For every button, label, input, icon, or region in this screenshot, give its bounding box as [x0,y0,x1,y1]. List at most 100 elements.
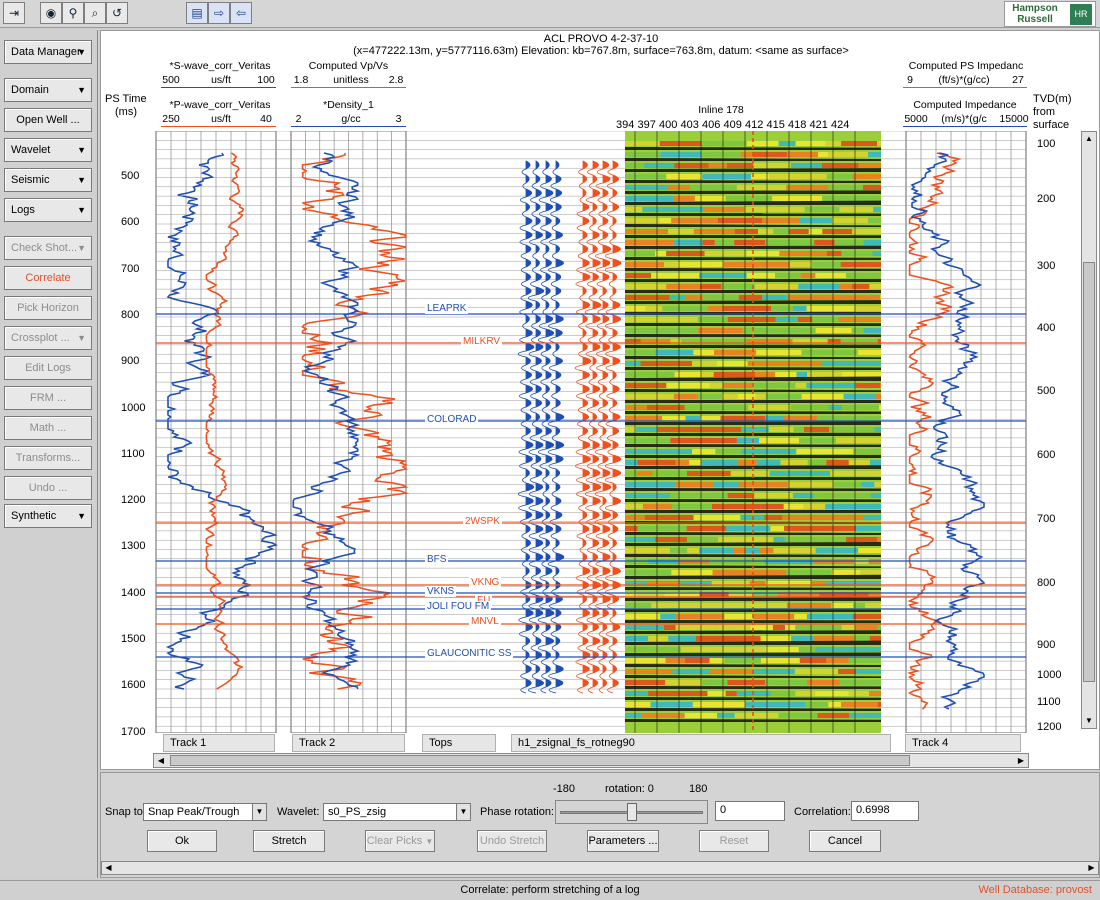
sidebar-item-label: Transforms... [15,452,81,464]
sidebar-item-undo[interactable]: Undo ... [4,476,92,500]
scroll-up-icon[interactable]: ▲ [1082,132,1096,146]
sidebar-item-pick-horizon[interactable]: Pick Horizon [4,296,92,320]
sidebar-item-crossplot[interactable]: Crossplot ... ▼ [4,326,92,350]
track2-label[interactable]: Track 2 [292,734,405,752]
parameters-button[interactable]: Parameters ... [587,830,659,852]
formation-top-label[interactable]: JOLI FOU FM [425,601,492,612]
seismic-band [757,229,774,234]
formation-top-label[interactable]: VKNS [425,586,457,597]
track4-label[interactable]: Track 4 [905,734,1021,752]
sidebar-item-open-well[interactable]: Open Well ... [4,108,92,132]
scroll-right-icon[interactable]: ▶ [1014,754,1028,767]
sidebar-item-seismic[interactable]: Seismic ▼ [4,168,92,192]
synthetic-trace [521,560,527,568]
horizontal-scroll-thumb[interactable] [170,755,910,766]
horizontal-scrollbar[interactable]: ◀ ▶ [153,753,1029,768]
formation-top-label[interactable]: BFS [425,554,449,565]
scroll-left-icon[interactable]: ◀ [154,754,168,767]
stretch-button[interactable]: Stretch [253,830,325,852]
sidebar-item-frm[interactable]: FRM ... [4,386,92,410]
seismic-band [694,196,726,201]
phase-rotation-input[interactable]: 0 [715,801,785,821]
track2-bottom-curve-min: 2 [295,113,302,125]
chevron-down-icon[interactable]: ▼ [456,804,470,820]
synthetic-trace [531,672,537,680]
formation-top-label[interactable]: LEAPRK [425,303,469,314]
reset-button[interactable]: Reset [699,830,769,852]
scroll-down-icon[interactable]: ▼ [1082,714,1096,728]
sidebar-item-wavelet[interactable]: Wavelet ▼ [4,138,92,162]
undo-stretch-button[interactable]: Undo Stretch [477,830,547,852]
zoom-reset-icon[interactable]: ↺ [106,2,128,24]
correlation-plot[interactable] [101,131,1100,733]
exit-icon[interactable]: ⇥ [3,2,25,24]
slider-thumb[interactable] [626,803,637,821]
sidebar-item-correlate[interactable]: Correlate [4,266,92,290]
seismic-band [832,482,862,487]
formation-top-label[interactable]: 2WSPK [463,516,503,527]
synthetic-trace [586,238,594,246]
tops-label[interactable]: Tops [422,734,496,752]
seismic-band [840,262,881,267]
synthetic-trace [602,412,609,422]
right-axis-surface: surface [1033,119,1070,131]
snap-select[interactable]: Snap Peak/Trough ▼ [143,803,267,821]
phase-rotation-slider[interactable] [555,800,708,824]
formation-top-label[interactable]: MNVL [469,616,501,627]
seismic-label[interactable]: h1_zsignal_fs_rotneg90 [511,734,891,752]
synthetic-trace [518,616,527,624]
seismic-band [796,449,813,454]
synthetic-trace [531,224,537,232]
zoom-settings-icon[interactable]: ⌕ [84,2,106,24]
formation-top-label[interactable]: VKNG [469,577,502,588]
synthetic-trace [555,342,560,352]
synthetic-trace [594,252,604,260]
eye-icon[interactable]: ◉ [40,2,62,24]
synthetic-trace [612,664,618,674]
sidebar-item-math[interactable]: Math ... [4,416,92,440]
sidebar-item-edit-logs[interactable]: Edit Logs [4,356,92,380]
seismic-band [851,328,864,333]
track-layout-icon[interactable]: ▤ [186,2,208,24]
formation-top-label[interactable]: COLORAD [425,414,479,425]
seismic-band [791,636,814,641]
sidebar-item-data-manager[interactable]: Data Manager ▼ [4,40,92,64]
seismic-band [733,548,746,553]
well-database: Well Database: provost [978,884,1092,896]
track-next-icon[interactable]: ⇨ [208,2,230,24]
seismic-band [686,471,731,476]
synthetic-trace [602,202,608,212]
seismic-band [863,515,881,520]
track1-label[interactable]: Track 1 [163,734,275,752]
track-prev-icon[interactable]: ⇦ [230,2,252,24]
wavelet-select[interactable]: s0_PS_zsig ▼ [323,803,471,821]
synthetic-trace [582,384,590,394]
sidebar-item-domain[interactable]: Domain ▼ [4,78,92,102]
synthetic-trace [575,574,584,582]
scroll-left-icon[interactable]: ◀ [102,862,115,874]
chevron-down-icon[interactable]: ▼ [252,804,266,820]
formation-top-label[interactable]: GLAUCONITIC SS [425,648,514,659]
controls-scrollbar[interactable]: ◀ ▶ [101,861,1099,875]
vertical-scrollbar[interactable]: ▲ ▼ [1081,131,1097,729]
sidebar-item-check-shot[interactable]: Check Shot... ▼ [4,236,92,260]
sidebar-item-transforms[interactable]: Transforms... [4,446,92,470]
sidebar-item-synthetic[interactable]: Synthetic ▼ [4,504,92,528]
formation-top-label[interactable]: MILKRV [461,336,503,347]
ok-button[interactable]: Ok [147,830,217,852]
seismic-band [692,702,735,707]
synthetic-trace [555,552,565,562]
seismic-band [738,636,761,641]
synthetic-trace [528,504,537,512]
vertical-scroll-thumb[interactable] [1083,262,1095,682]
zoom-icon[interactable]: ⚲ [62,2,84,24]
seismic-band [625,251,655,256]
seismic-band [828,405,843,410]
cancel-button[interactable]: Cancel [809,830,881,852]
seismic-band [651,449,674,454]
clear-picks-button[interactable]: Clear Picks ▼ [365,830,435,852]
scroll-right-icon[interactable]: ▶ [1085,862,1098,874]
synthetic-trace [555,160,560,170]
seismic-band [853,449,881,454]
sidebar-item-logs[interactable]: Logs ▼ [4,198,92,222]
